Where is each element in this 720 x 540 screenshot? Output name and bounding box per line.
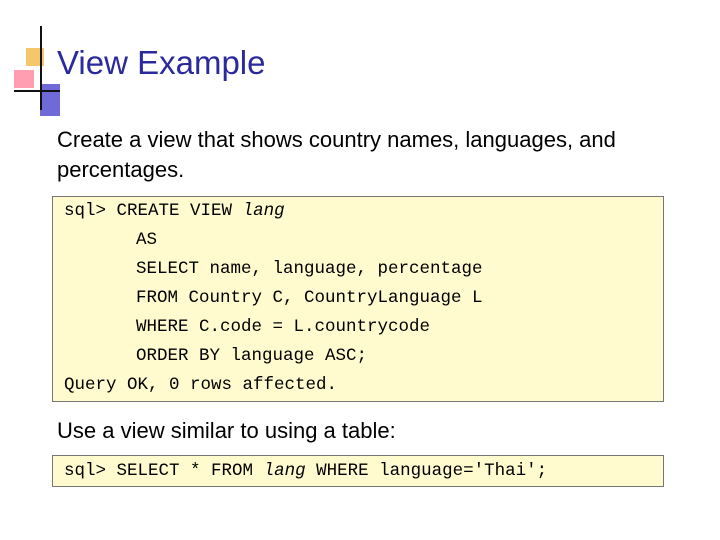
code-create-view-keyword: CREATE VIEW — [116, 201, 233, 221]
logo-pink-square — [14, 70, 34, 88]
intro-text: Create a view that shows country names, … — [57, 127, 616, 182]
code-prompt: sql> — [64, 201, 107, 221]
second-text: Use a view similar to using a table: — [57, 418, 396, 443]
logo-horizontal-line — [14, 90, 60, 92]
code-result-line: Query OK, 0 rows affected. — [64, 375, 338, 395]
logo-vertical-line — [40, 26, 42, 110]
slide-title: View Example — [57, 44, 266, 81]
logo-blue-square — [40, 84, 60, 116]
code-line: AS — [136, 230, 158, 250]
code-line-create: sql> CREATE VIEW lang — [64, 197, 663, 226]
code-line: SELECT name, language, percentage — [136, 259, 483, 279]
code-line: FROM Country C, CountryLanguage L — [136, 288, 483, 308]
code-prompt: sql> — [64, 461, 107, 481]
code-view-name: lang — [242, 201, 285, 221]
code-view-name: lang — [263, 461, 306, 481]
code-select-part: SELECT * FROM — [116, 461, 254, 481]
code-block-select: sql> SELECT * FROM lang WHERE language='… — [52, 455, 664, 487]
code-line: ORDER BY language ASC; — [136, 346, 368, 366]
code-line-select: sql> SELECT * FROM lang WHERE language='… — [64, 456, 663, 487]
code-line: WHERE C.code = L.countrycode — [136, 317, 431, 337]
code-block-create-view: sql> CREATE VIEW lang AS SELECT name, la… — [52, 196, 664, 402]
code-where-part: WHERE language='Thai'; — [316, 461, 548, 481]
